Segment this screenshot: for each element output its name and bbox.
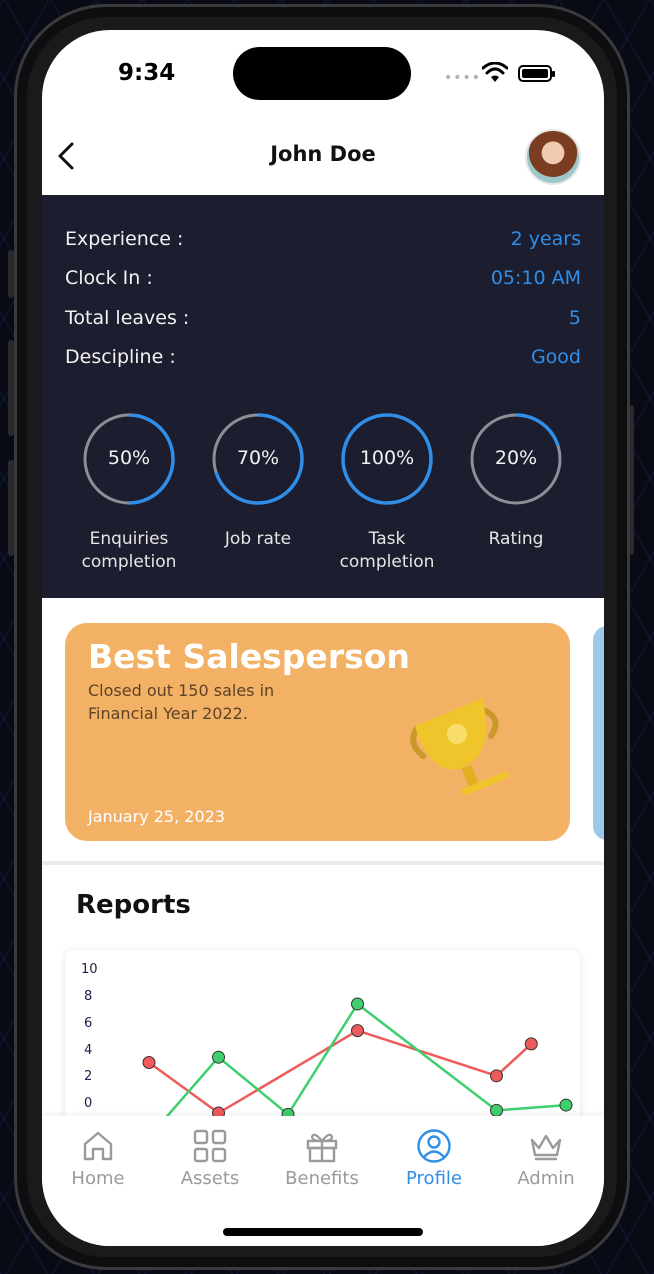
nav-label: Assets [180,1168,240,1189]
y-tick-label: 10 [81,962,98,977]
stat-value: 05:10 AM [490,267,581,289]
signal-icon: •••• [444,70,482,86]
nav-item-home[interactable]: Home [43,1128,153,1189]
ring-percent: 50% [107,447,151,469]
dynamic-island [233,47,411,100]
status-time: 9:34 [118,60,176,86]
trophy-icon [410,698,509,796]
stat-value: Good [530,346,581,368]
ring-label-line: completion [339,552,435,572]
home-icon [83,1131,113,1161]
stat-row-clock-in: Clock In : 05:10 AM [65,267,581,297]
y-tick-label: 2 [84,1069,92,1084]
stat-label: Experience : [65,228,184,250]
profile-icon [417,1129,451,1163]
ring-label-line: Job rate [224,529,292,549]
stat-label: Descipline : [65,346,176,368]
data-point[interactable] [142,1056,156,1070]
ring-percent: 70% [236,447,280,469]
stat-row-experience: Experience : 2 years [65,228,581,258]
ring-rating: 20% [470,413,562,505]
ring-label-enquiries: Enquiries completion [64,528,194,574]
grid-icon [193,1129,227,1163]
data-point[interactable] [524,1037,538,1051]
section-divider [42,861,604,865]
ring-label-task: Task completion [322,528,452,574]
stat-value: 2 years [510,228,581,250]
achievement-card[interactable]: Best Salesperson Closed out 150 sales in… [65,623,570,841]
y-tick-label: 8 [84,989,92,1004]
stat-label: Clock In : [65,267,153,289]
ring-label-line: completion [81,552,177,572]
gift-icon [306,1133,338,1163]
nav-label: Home [71,1168,125,1189]
page-header: John Doe [42,122,604,194]
ring-job-rate: 70% [212,413,304,505]
ring-label-rating: Rating [451,528,581,551]
avatar[interactable] [525,129,581,185]
achievement-date: January 25, 2023 [88,807,225,826]
nav-label: Admin [517,1168,575,1189]
stat-label: Total leaves : [65,307,190,329]
ring-label-line: Enquiries [89,529,169,549]
nav-item-profile[interactable]: Profile [379,1128,489,1189]
ring-task-completion: 100% [341,413,433,505]
nav-label: Benefits [285,1168,359,1189]
data-point[interactable] [351,997,364,1011]
data-point[interactable] [212,1050,225,1064]
crown-icon [530,1134,562,1161]
y-tick-label: 0 [84,1096,92,1111]
achievement-description: Closed out 150 sales in Financial Year 2… [88,681,275,723]
nav-item-benefits[interactable]: Benefits [267,1128,377,1189]
reports-title: Reports [76,890,191,920]
battery-icon [518,65,555,82]
ring-enquiries-completion: 50% [83,413,175,505]
data-point[interactable] [559,1098,573,1112]
ring-label-job-rate: Job rate [193,528,323,551]
ring-label-line: Task [368,529,406,549]
employee-stats-panel: Experience : 2 years Clock In : 05:10 AM… [42,195,604,598]
data-point[interactable] [490,1103,503,1117]
wifi-icon [482,62,508,82]
page-title: John Doe [270,142,376,166]
ring-percent: 20% [494,447,538,469]
stat-value: 5 [568,307,581,329]
stat-row-total-leaves: Total leaves : 5 [65,307,581,337]
data-point[interactable] [490,1069,503,1083]
stat-row-discipline: Descipline : Good [65,346,581,376]
app-screen: 9:34 •••• John Doe Experience : 2 years … [42,30,604,1246]
bottom-nav: Home Assets Benefits Profile Admin [42,1116,604,1246]
nav-item-admin[interactable]: Admin [491,1128,601,1189]
achievement-title: Best Salesperson [88,637,410,676]
next-achievement-card[interactable] [593,626,604,840]
y-tick-label: 4 [84,1043,92,1058]
status-bar: 9:34 •••• [42,30,604,120]
home-indicator [223,1228,423,1236]
nav-label: Profile [406,1168,462,1189]
nav-item-assets[interactable]: Assets [155,1128,265,1189]
data-point[interactable] [351,1024,364,1038]
ring-label-line: Rating [488,529,544,549]
y-tick-label: 6 [84,1016,92,1031]
ring-percent: 100% [359,447,415,469]
